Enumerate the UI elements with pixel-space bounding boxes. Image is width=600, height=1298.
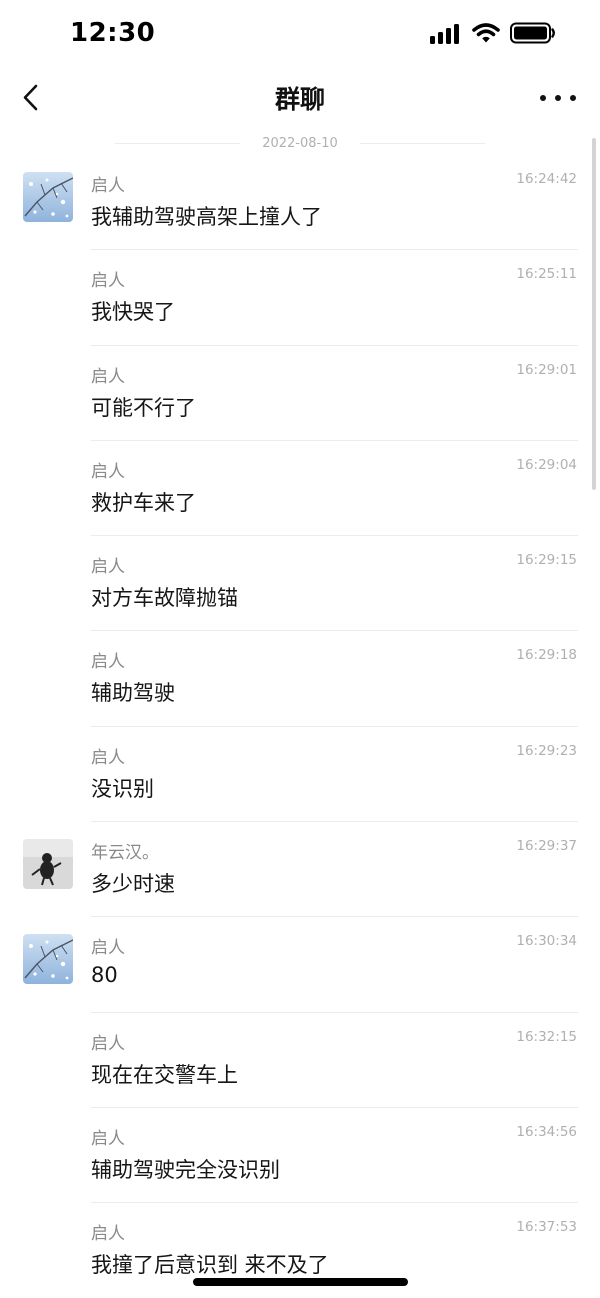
message-text[interactable]: 没识别 [91,773,154,803]
message-text[interactable]: 我快哭了 [91,296,175,326]
message-timestamp: 16:29:18 [516,647,577,664]
message-timestamp: 16:37:53 [516,1219,577,1236]
message-item[interactable]: 启人 16:29:23 没识别 [0,727,600,823]
battery-icon [510,22,556,44]
status-icons [430,22,556,44]
message-item[interactable]: 启人 16:32:15 现在在交警车上 [0,1013,600,1108]
avatar[interactable] [23,934,73,985]
sender-name[interactable]: 启人 [91,1029,125,1054]
message-text[interactable]: 我撞了后意识到 来不及了 [91,1249,329,1279]
sender-name[interactable]: 启人 [91,362,125,387]
sender-name[interactable]: 启人 [91,1124,125,1149]
message-item[interactable]: 启人 16:29:18 辅助驾驶 [0,631,600,727]
message-text[interactable]: 对方车故障抛锚 [91,582,238,612]
message-text[interactable]: 现在在交警车上 [91,1059,238,1089]
more-options-button[interactable] [540,84,576,112]
avatar[interactable] [23,839,73,890]
message-item[interactable]: 启人 16:30:34 80 [0,917,600,1013]
sender-name[interactable]: 年云汉。 [91,838,159,863]
message-timestamp: 16:24:42 [516,171,577,187]
navigation-bar: 群聊 [0,70,600,126]
message-text[interactable]: 救护车来了 [91,487,196,517]
message-text[interactable]: 辅助驾驶完全没识别 [91,1154,280,1184]
message-timestamp: 16:30:34 [516,933,577,950]
sender-name[interactable]: 启人 [91,933,125,958]
message-timestamp: 16:32:15 [516,1028,577,1045]
sender-name[interactable]: 启人 [91,1219,125,1244]
home-indicator[interactable] [193,1278,408,1286]
cellular-signal-icon [430,22,462,44]
message-item[interactable]: 启人 16:24:42 我辅助驾驶高架上撞人了 [0,155,600,251]
message-timestamp: 16:29:04 [516,456,577,473]
wifi-icon [472,22,500,44]
status-bar: 12:30 [0,0,600,70]
message-text[interactable]: 可能不行了 [91,392,196,422]
message-list: 启人 16:24:42 我辅助驾驶高架上撞人了 启人 16:25:11 我快哭了 启人 16:… [0,155,600,1298]
page-title: 群聊 [274,85,325,114]
message-item[interactable]: 启人 16:34:56 辅助驾驶完全没识别 [0,1108,600,1204]
message-item[interactable]: 启人 16:29:15 对方车故障抛锚 [0,536,600,632]
dot-icon [570,95,576,101]
status-time: 12:30 [70,18,156,48]
message-text[interactable]: 多少时速 [91,868,175,898]
sender-name[interactable]: 启人 [91,552,125,577]
dot-icon [555,95,561,101]
date-divider: 2022-08-10 [0,131,600,155]
scrollbar[interactable] [592,138,596,490]
dot-icon [540,95,546,101]
sender-name[interactable]: 启人 [91,743,125,768]
sender-name[interactable]: 启人 [91,457,125,482]
sender-name[interactable]: 启人 [91,171,125,196]
date-label: 2022-08-10 [262,135,338,151]
message-item[interactable]: 启人 16:25:11 我快哭了 [0,250,600,346]
message-text[interactable]: 我辅助驾驶高架上撞人了 [91,201,322,231]
message-timestamp: 16:25:11 [516,266,577,283]
message-item[interactable]: 年云汉。 16:29:37 多少时速 [0,822,600,918]
message-timestamp: 16:34:56 [516,1123,577,1140]
message-timestamp: 16:29:01 [516,361,577,378]
sender-name[interactable]: 启人 [91,266,125,291]
message-timestamp: 16:29:37 [516,838,577,855]
message-item[interactable]: 启人 16:29:01 可能不行了 [0,346,600,441]
message-item[interactable]: 启人 16:29:04 救护车来了 [0,441,600,537]
message-timestamp: 16:29:23 [516,742,577,759]
message-timestamp: 16:29:15 [516,552,577,569]
sender-name[interactable]: 启人 [91,647,125,672]
message-text[interactable]: 辅助驾驶 [91,677,175,707]
message-text[interactable]: 80 [91,963,118,987]
avatar[interactable] [23,172,73,222]
